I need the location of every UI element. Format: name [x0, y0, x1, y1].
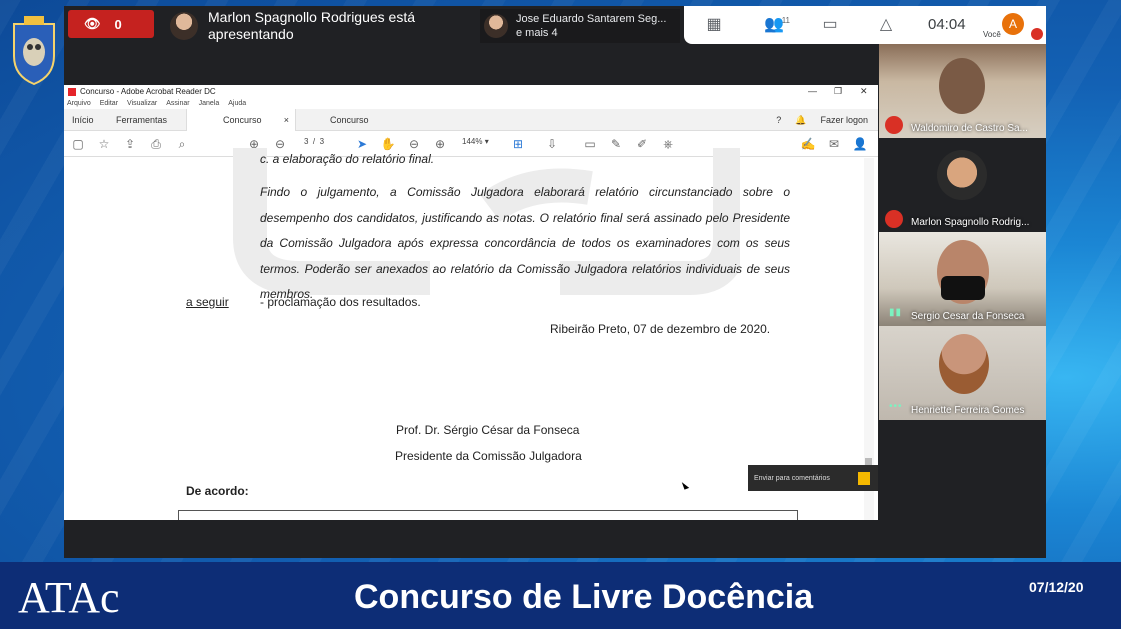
page-number-input[interactable]: 3 / 3	[304, 137, 324, 146]
atac-logo: ATAc	[18, 573, 120, 622]
participant-name: Waldomiro de Castro Sa...	[911, 123, 1028, 134]
activities-icon[interactable]: △	[874, 14, 898, 36]
signer-name: Prof. Dr. Sérgio César da Fonseca	[396, 423, 580, 437]
eye-icon: 👁	[84, 16, 101, 31]
mail-icon[interactable]: ✉	[826, 136, 842, 152]
signature-table	[178, 510, 798, 520]
tab-concurso-active[interactable]: Concurso ×	[186, 109, 296, 131]
acrobat-window-title: Concurso - Adobe Acrobat Reader DC	[80, 87, 216, 96]
participant-tile-3[interactable]: ▮▮ Sergio Cesar da Fonseca	[879, 232, 1046, 326]
participant-avatar	[484, 14, 508, 38]
participant-name: Henriette Ferreira Gomes	[911, 405, 1025, 416]
tab-concurso-2[interactable]: Concurso	[322, 109, 377, 131]
place-date: Ribeirão Preto, 07 de dezembro de 2020.	[550, 322, 771, 336]
minimize-button[interactable]: —	[808, 86, 817, 96]
document-page: c. a elaboração do relatório final. Find…	[64, 148, 864, 520]
bottom-banner: ATAc Concurso de Livre Docência 07/12/20	[0, 562, 1121, 629]
others-more: e mais 4	[516, 27, 558, 39]
save-icon[interactable]: ▢	[70, 136, 86, 152]
menu-ajuda[interactable]: Ajuda	[228, 98, 246, 109]
viewer-count-button[interactable]: 👁 0	[68, 10, 154, 38]
meet-toolbar: ▦ 👥 11 ▭ △ 04:04 A Você	[684, 6, 1046, 44]
page-total: 3	[319, 137, 325, 146]
zoom-select[interactable]: 144% ▾	[462, 137, 489, 146]
acrobat-title-bar: Concurso - Adobe Acrobat Reader DC	[64, 85, 878, 98]
participant-tile-1[interactable]: Waldomiro de Castro Sa...	[879, 44, 1046, 138]
participant-video	[939, 334, 989, 394]
sign-icon[interactable]: ✍	[800, 136, 816, 152]
cut-top-line: c. a elaboração do relatório final.	[260, 152, 435, 166]
presenter-avatar	[170, 12, 198, 40]
presenter-text: Marlon Spagnollo Rodrigues está apresent…	[208, 9, 416, 42]
self-muted-mic-icon	[1031, 28, 1043, 40]
people-count: 11	[781, 16, 790, 25]
self-label: Você	[983, 30, 1001, 39]
participant-name: Marlon Spagnollo Rodrig...	[911, 217, 1030, 228]
help-icon[interactable]: ?	[776, 115, 781, 125]
menu-editar[interactable]: Editar	[100, 98, 118, 109]
people-icon[interactable]: 👥 11	[762, 14, 790, 36]
clock: 04:04	[928, 16, 966, 33]
presenter-info: Marlon Spagnollo Rodrigues está apresent…	[170, 9, 428, 43]
tab-ferramentas[interactable]: Ferramentas	[108, 109, 175, 131]
acrobat-tab-right: ? 🔔 Fazer logon	[776, 109, 868, 131]
agreement-heading: De acordo:	[186, 484, 249, 498]
participant-avatar	[937, 150, 987, 200]
participant-video	[939, 58, 985, 114]
participant-tile-2[interactable]: Marlon Spagnollo Rodrig...	[879, 138, 1046, 232]
meet-top-bar: 👁 0 Marlon Spagnollo Rodrigues está apre…	[64, 6, 1046, 44]
menu-arquivo[interactable]: Arquivo	[67, 98, 91, 109]
judgment-paragraph: Findo o julgamento, a Comissão Julgadora…	[260, 185, 790, 301]
tab-close-icon[interactable]: ×	[284, 109, 289, 131]
meet-window: 👁 0 Marlon Spagnollo Rodrigues está apre…	[64, 6, 1046, 558]
participant-name: Sergio Cesar da Fonseca	[911, 311, 1025, 322]
zoom-value: 144%	[462, 137, 483, 146]
self-avatar[interactable]: A	[1002, 13, 1024, 35]
print-icon[interactable]: ⎙	[148, 136, 164, 152]
sign-in-link[interactable]: Fazer logon	[820, 115, 868, 125]
tab-concurso-label: Concurso	[223, 115, 262, 125]
tab-inicio[interactable]: Início	[64, 109, 102, 131]
close-window-button[interactable]: ✕	[860, 86, 868, 97]
send-comments-label: Enviar para comentários	[754, 474, 830, 482]
grid-layout-icon[interactable]: ▦	[702, 14, 726, 36]
menu-janela[interactable]: Janela	[199, 98, 220, 109]
acrobat-menu-bar: Arquivo Editar Visualizar Assinar Janela…	[64, 98, 878, 109]
upload-icon[interactable]: ⇪	[122, 136, 138, 152]
chat-icon[interactable]: ▭	[818, 14, 842, 36]
institution-crest-logo	[13, 16, 55, 86]
star-icon[interactable]: ☆	[96, 136, 112, 152]
participant-tile-4[interactable]: ••• Henriette Ferreira Gomes	[879, 326, 1046, 420]
a-seguir-link[interactable]: a seguir	[186, 295, 229, 309]
banner-date: 07/12/20	[1029, 579, 1084, 595]
send-for-comments-button[interactable]: Enviar para comentários	[748, 465, 878, 491]
signer-role: Presidente da Comissão Julgadora	[395, 449, 582, 463]
send-comments-icon	[857, 471, 870, 485]
page-current: 3	[304, 137, 309, 146]
viewer-count: 0	[114, 16, 122, 32]
acrobat-tab-bar: Início Ferramentas Concurso × Concurso ?…	[64, 109, 878, 131]
banner-title: Concurso de Livre Docência	[354, 578, 814, 616]
bell-icon[interactable]: 🔔	[795, 115, 806, 126]
menu-assinar[interactable]: Assinar	[166, 98, 189, 109]
other-participants[interactable]: Jose Eduardo Santarem Seg... e mais 4	[480, 9, 680, 43]
acrobat-window: Concurso - Adobe Acrobat Reader DC — ❐ ✕…	[64, 85, 878, 520]
proclamation-text: - proclamação dos resultados.	[260, 295, 421, 309]
page-separator: /	[312, 137, 316, 146]
others-name: Jose Eduardo Santarem Seg...	[516, 13, 667, 25]
menu-visualizar[interactable]: Visualizar	[127, 98, 157, 109]
search-icon[interactable]: ⌕	[174, 136, 190, 152]
restore-button[interactable]: ❐	[834, 86, 842, 97]
face-mask	[941, 276, 985, 300]
share-user-icon[interactable]: 👤	[852, 136, 868, 152]
acrobat-logo-icon	[68, 87, 76, 96]
